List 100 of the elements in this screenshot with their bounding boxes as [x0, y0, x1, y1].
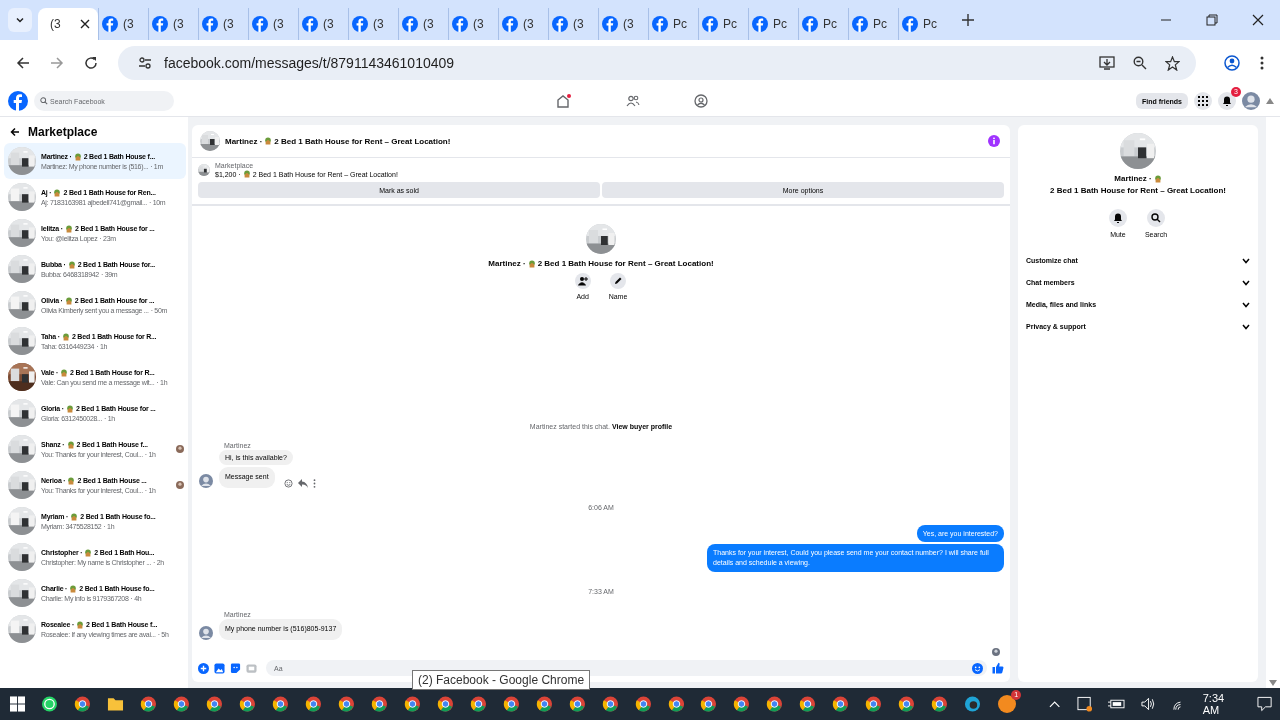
- home-icon[interactable]: [556, 94, 572, 108]
- scroll-down-icon[interactable]: [1269, 680, 1277, 686]
- browser-tab[interactable]: (3: [38, 8, 98, 40]
- info-icon[interactable]: [988, 135, 1000, 147]
- browser-icon[interactable]: [667, 695, 685, 713]
- browser-icon[interactable]: [634, 695, 652, 713]
- facebook-logo-icon: [852, 16, 868, 32]
- browser-icon[interactable]: [140, 695, 157, 713]
- menu-icon[interactable]: [1260, 56, 1264, 70]
- browser-icon[interactable]: [535, 695, 553, 713]
- apps-grid-icon[interactable]: [1194, 92, 1212, 110]
- app-icon[interactable]: [997, 694, 1018, 714]
- browser-icon[interactable]: [832, 695, 850, 713]
- site-info-icon[interactable]: [138, 56, 152, 70]
- browser-icon[interactable]: [898, 695, 916, 713]
- tooltip: (2) Facebook - Google Chrome: [412, 670, 591, 690]
- chat-app-icon[interactable]: [41, 695, 59, 713]
- plus-icon[interactable]: [198, 662, 209, 674]
- browser-icon[interactable]: [931, 695, 949, 713]
- browser-icon[interactable]: [238, 695, 256, 713]
- browser-icon[interactable]: [205, 695, 223, 713]
- house-icon: [527, 259, 536, 268]
- image-icon[interactable]: [214, 662, 225, 674]
- friends-icon[interactable]: [626, 94, 640, 108]
- back-arrow-icon[interactable]: [10, 127, 20, 137]
- more-icon[interactable]: [312, 478, 316, 488]
- reply-icon[interactable]: [297, 478, 308, 488]
- browser-icon[interactable]: [766, 695, 784, 713]
- sticker-icon[interactable]: [230, 662, 241, 674]
- chevron-up-icon[interactable]: [1049, 700, 1061, 708]
- forward-icon[interactable]: [50, 56, 64, 70]
- profile-icon[interactable]: [1224, 55, 1240, 71]
- groups-icon[interactable]: [694, 94, 708, 108]
- browser-icon[interactable]: [271, 695, 289, 713]
- house-icon: [73, 152, 82, 161]
- taskbar-clock[interactable]: 7:34 AM: [1202, 692, 1241, 716]
- browser-icon[interactable]: [436, 695, 454, 713]
- browser-icon[interactable]: [370, 695, 388, 713]
- facebook-logo-icon: [602, 16, 618, 32]
- bookmark-star-icon[interactable]: [1165, 55, 1180, 71]
- facebook-logo-icon: [452, 16, 468, 32]
- caret-icon: [15, 15, 25, 25]
- browser-icon[interactable]: [700, 695, 718, 713]
- chat-title: 2 Bed 1 Bath House for Rent – Great Location!: [1050, 186, 1226, 197]
- house-icon: [69, 584, 78, 593]
- house-icon: [76, 620, 85, 629]
- browser-icon[interactable]: [337, 695, 355, 713]
- scroll-up-icon[interactable]: [1266, 98, 1274, 104]
- react-icon[interactable]: [283, 478, 293, 488]
- battery-icon[interactable]: [1107, 699, 1125, 709]
- browser-icon[interactable]: [799, 695, 817, 713]
- search-icon: [40, 97, 48, 105]
- search-icon: [1147, 208, 1165, 227]
- browser-icon[interactable]: [865, 695, 883, 713]
- address-bar[interactable]: facebook.com/messages/t/8791143461010409: [118, 46, 1196, 80]
- reload-icon[interactable]: [84, 56, 98, 70]
- install-icon[interactable]: [1099, 55, 1115, 71]
- browser-icon[interactable]: [601, 695, 619, 713]
- like-icon[interactable]: [992, 662, 1004, 674]
- close-icon[interactable]: [1252, 14, 1264, 26]
- edge-browser-icon[interactable]: [964, 695, 982, 713]
- browser-icon[interactable]: [403, 695, 421, 713]
- pencil-icon: [610, 273, 626, 289]
- facebook-logo-icon: [552, 16, 568, 32]
- chat-contact-name: Martinez ·: [488, 259, 526, 268]
- start-icon[interactable]: [10, 696, 26, 712]
- restore-icon[interactable]: [1206, 14, 1218, 26]
- browser-icon[interactable]: [74, 695, 92, 713]
- house-icon: [264, 137, 273, 145]
- browser-icon[interactable]: [172, 695, 190, 713]
- zoom-icon[interactable]: [1133, 56, 1147, 70]
- house-icon: [67, 260, 76, 269]
- house-icon: [53, 188, 62, 197]
- house-icon: [64, 224, 73, 233]
- notifications-icon[interactable]: [1218, 92, 1236, 110]
- browser-icon[interactable]: [502, 695, 520, 713]
- facebook-logo-icon: [302, 16, 318, 32]
- facebook-logo-icon: [102, 16, 118, 32]
- avatar-icon: [199, 473, 213, 488]
- back-icon[interactable]: [16, 56, 30, 70]
- house-icon: [64, 296, 73, 305]
- volume-icon[interactable]: [1140, 697, 1156, 711]
- notification-center-icon[interactable]: [1256, 696, 1272, 712]
- browser-icon[interactable]: [304, 695, 322, 713]
- browser-icon[interactable]: [733, 695, 751, 713]
- facebook-logo-icon: [702, 16, 718, 32]
- facebook-logo-icon: [152, 16, 168, 32]
- facebook-logo-icon: [8, 91, 28, 111]
- emoji-icon[interactable]: [972, 662, 983, 674]
- browser-icon[interactable]: [469, 695, 487, 713]
- folder-icon[interactable]: [107, 696, 124, 712]
- facebook-logo-icon: [902, 16, 918, 32]
- avatar-icon: [199, 626, 213, 640]
- browser-icon[interactable]: [568, 695, 586, 713]
- close-icon[interactable]: [80, 19, 90, 29]
- house-icon: [60, 368, 69, 377]
- new-tab-icon[interactable]: [962, 14, 974, 26]
- house-icon: [67, 476, 76, 485]
- facebook-logo-icon: [752, 16, 768, 32]
- house-icon: [65, 404, 74, 413]
